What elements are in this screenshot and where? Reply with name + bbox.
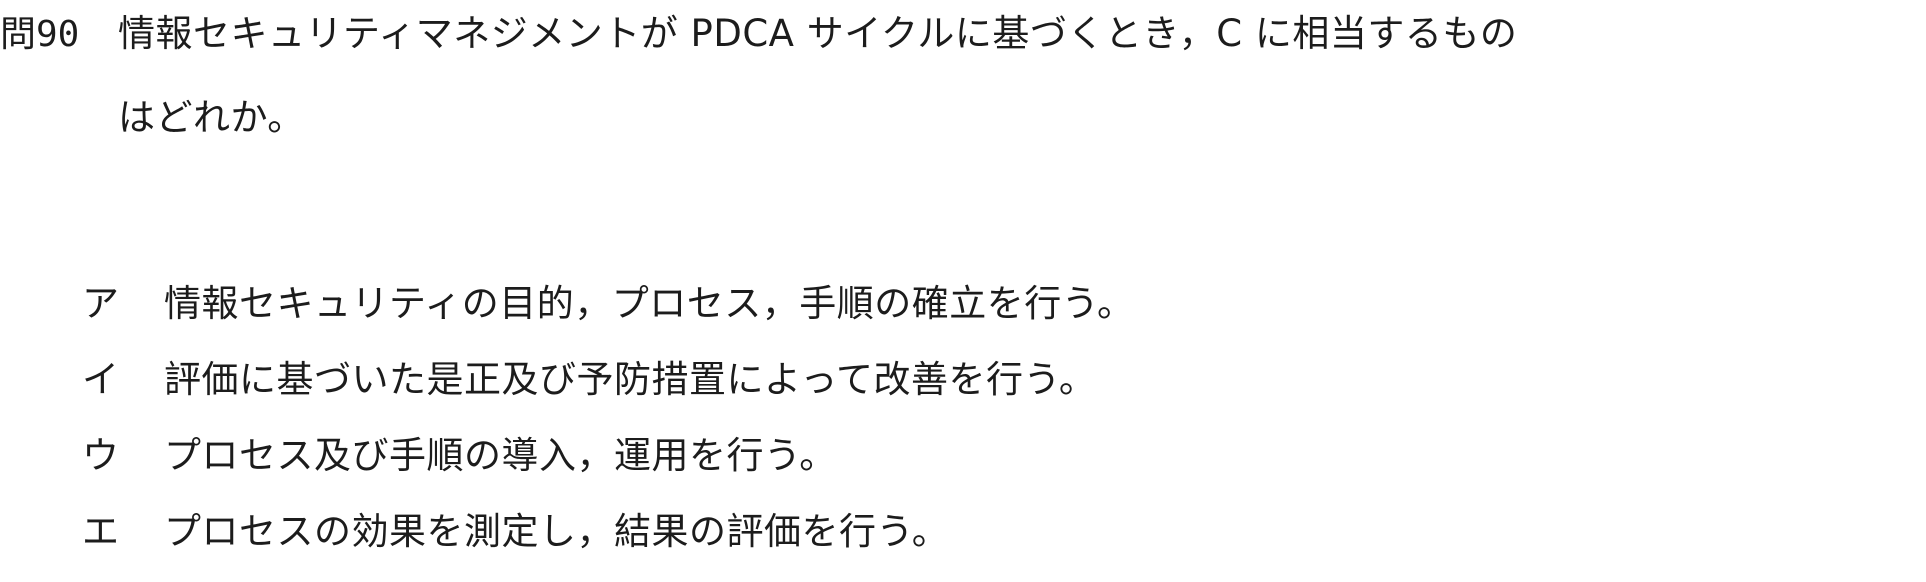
question-number: 問90: [0, 14, 80, 55]
choice-e[interactable]: エ プロセスの効果を測定し，結果の評価を行う。: [82, 490, 1682, 566]
question-text-line-2: はどれか。: [118, 96, 305, 139]
choice-text: 情報セキュリティの目的，プロセス，手順の確立を行う。: [164, 282, 1135, 325]
choice-text: プロセスの効果を測定し，結果の評価を行う。: [164, 510, 950, 553]
exam-page: 問90 情報セキュリティマネジメントが PDCA サイクルに基づくとき，C に相当…: [0, 0, 1926, 582]
choice-label: イ: [82, 358, 120, 401]
choice-label: ウ: [82, 434, 120, 477]
choice-a[interactable]: ア 情報セキュリティの目的，プロセス，手順の確立を行う。: [82, 262, 1682, 338]
choice-u[interactable]: ウ プロセス及び手順の導入，運用を行う。: [82, 414, 1682, 490]
choice-label: ア: [82, 282, 120, 325]
choice-text: 評価に基づいた是正及び予防措置によって改善を行う。: [164, 358, 1097, 401]
choice-i[interactable]: イ 評価に基づいた是正及び予防措置によって改善を行う。: [82, 338, 1682, 414]
choice-text: プロセス及び手順の導入，運用を行う。: [164, 434, 837, 477]
question-stem: 問90 情報セキュリティマネジメントが PDCA サイクルに基づくとき，C に相当…: [0, 8, 1900, 61]
answer-choices: ア 情報セキュリティの目的，プロセス，手順の確立を行う。 イ 評価に基づいた是正…: [82, 262, 1682, 566]
choice-label: エ: [82, 510, 120, 553]
question-text-line-1: 情報セキュリティマネジメントが PDCA サイクルに基づくとき，C に相当するも…: [118, 12, 1518, 55]
